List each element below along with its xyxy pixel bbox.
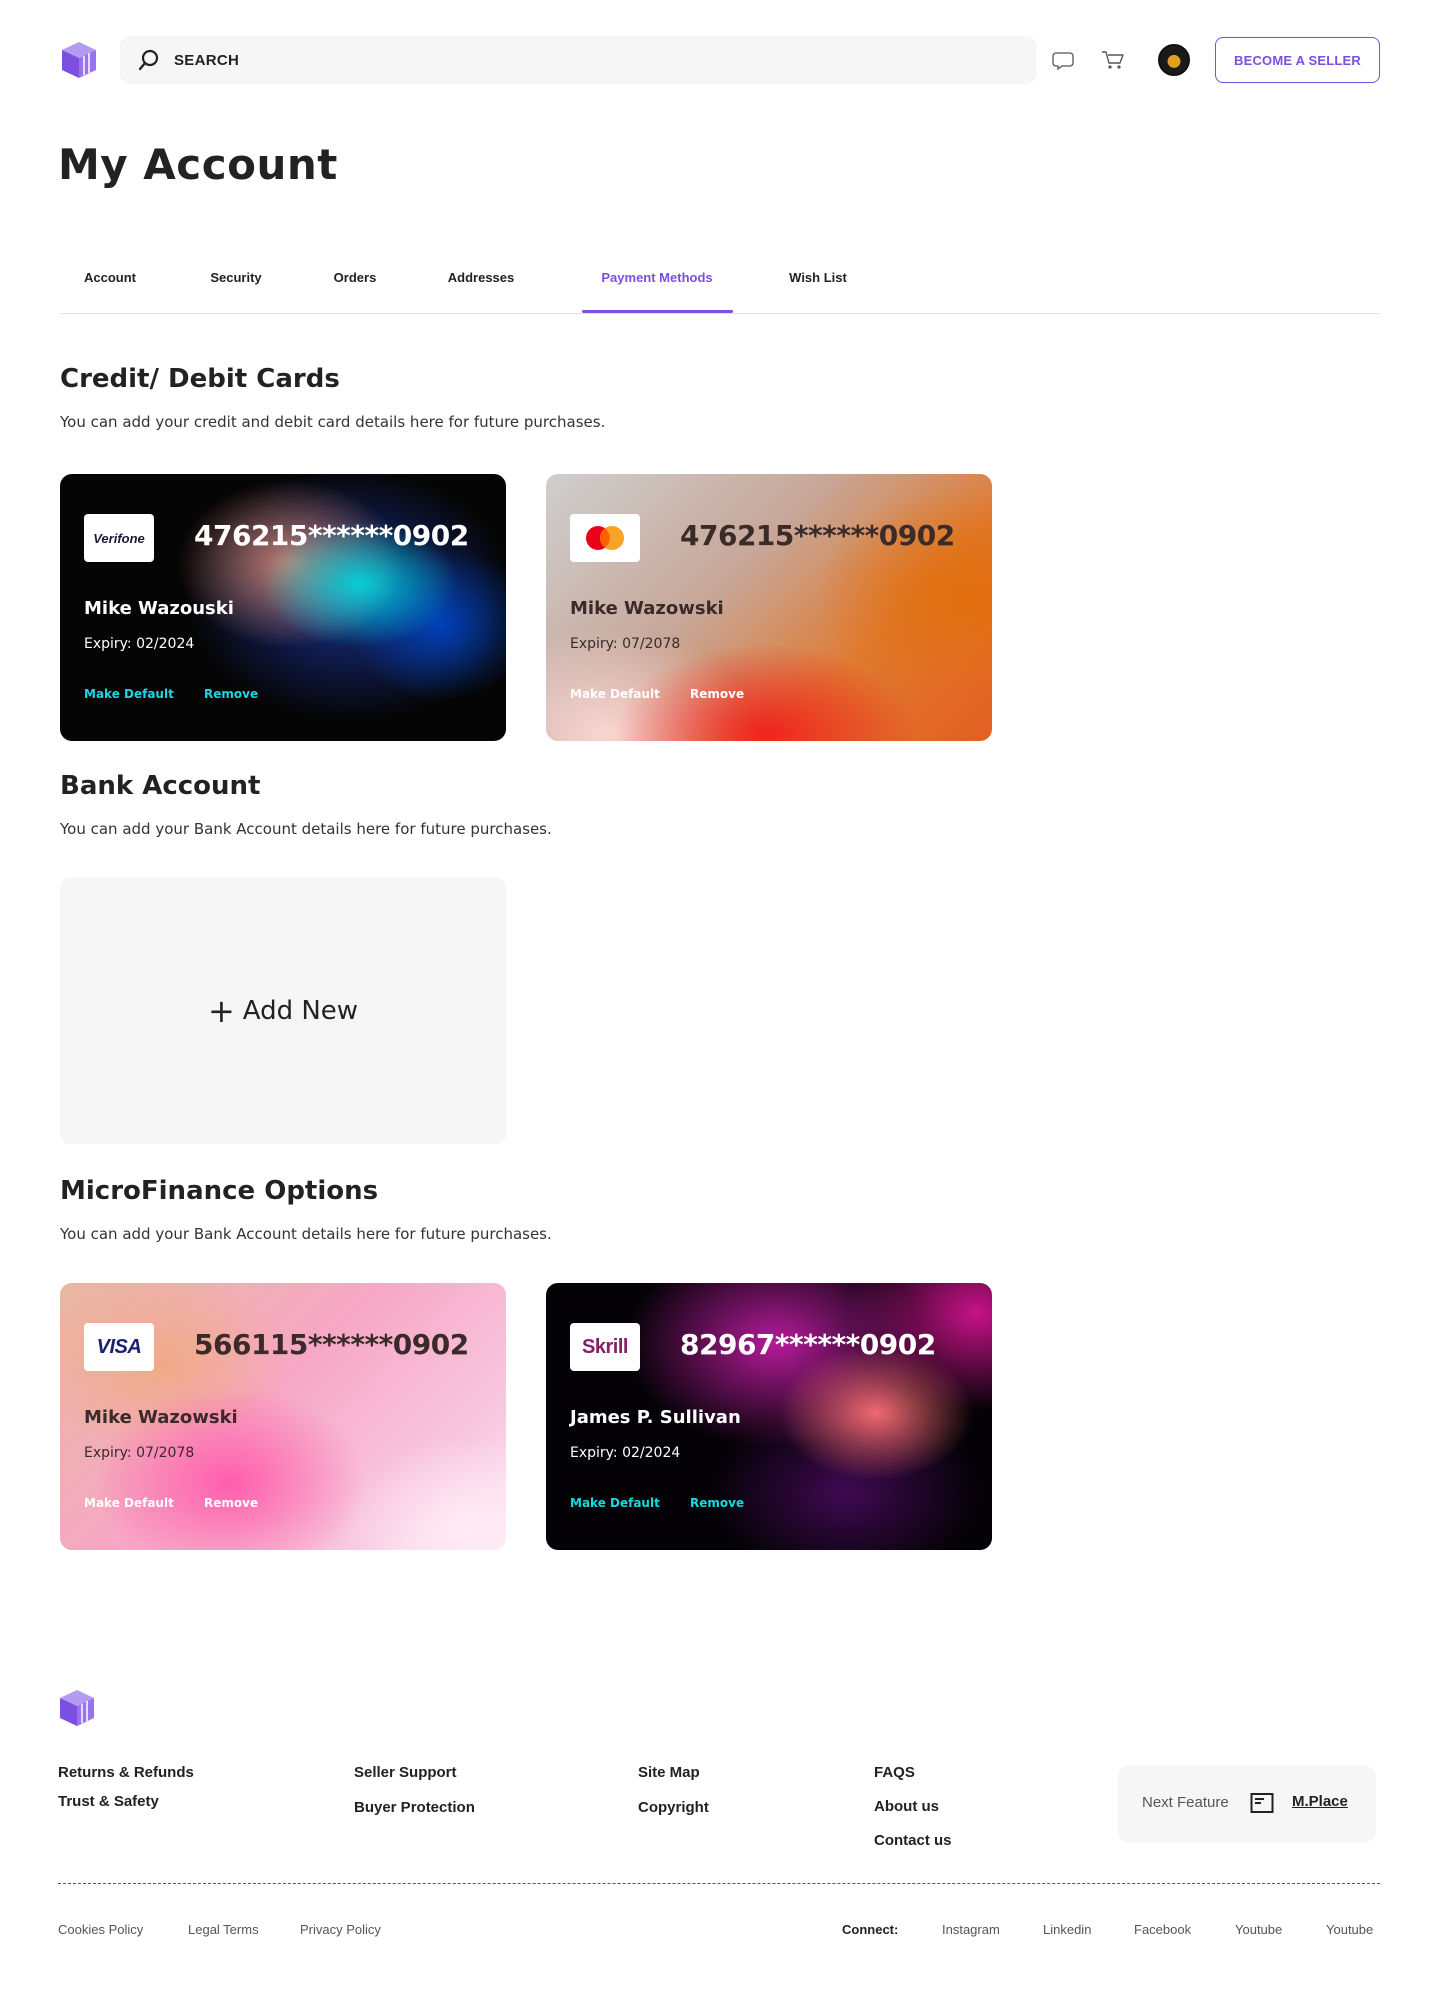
linkedin-link[interactable]: Linkedin [1043, 1922, 1091, 1937]
microfinance-card: Skrill 82967******0902 James P. Sullivan… [546, 1283, 992, 1550]
skrill-logo-icon: Skrill [570, 1323, 640, 1371]
verifone-logo-icon: Verifone [84, 514, 154, 562]
add-new-bank-account-button[interactable]: + Add New [60, 878, 506, 1144]
footer-link-returns[interactable]: Returns & Refunds [58, 1764, 194, 1781]
mastercard-logo-icon [570, 514, 640, 562]
tab-wish-list[interactable]: Wish List [789, 270, 847, 285]
youtube-link[interactable]: Youtube [1326, 1922, 1373, 1937]
bank-account-description: You can add your Bank Account details he… [60, 820, 552, 838]
window-icon [1250, 1793, 1274, 1813]
footer-link-faqs[interactable]: FAQS [874, 1764, 915, 1781]
card-number: 82967******0902 [680, 1328, 936, 1361]
plus-icon: + [207, 992, 235, 1030]
instagram-link[interactable]: Instagram [942, 1922, 1000, 1937]
active-tab-indicator [582, 310, 733, 313]
make-default-button[interactable]: Make Default [84, 687, 174, 701]
credit-cards-description: You can add your credit and debit card d… [60, 413, 606, 431]
card-holder: Mike Wazouski [84, 598, 234, 619]
make-default-button[interactable]: Make Default [570, 687, 660, 701]
connect-label: Connect: [842, 1922, 899, 1937]
make-default-button[interactable]: Make Default [84, 1496, 174, 1510]
footer-divider [58, 1883, 1380, 1884]
tab-addresses[interactable]: Addresses [448, 270, 514, 285]
next-feature-box: Next Feature M.Place [1118, 1766, 1376, 1842]
card-expiry: Expiry: 02/2024 [570, 1445, 681, 1461]
card-holder: Mike Wazowski [570, 598, 724, 619]
credit-cards-title: Credit/ Debit Cards [60, 364, 340, 394]
footer-link-buyer-protection[interactable]: Buyer Protection [354, 1799, 475, 1816]
search-input[interactable] [174, 51, 974, 69]
avatar[interactable] [1158, 44, 1190, 76]
footer-link-trust[interactable]: Trust & Safety [58, 1793, 159, 1810]
card-number: 566115******0902 [194, 1328, 469, 1361]
cart-icon[interactable] [1100, 48, 1126, 72]
page-title: My Account [58, 140, 338, 189]
add-new-label: Add New [242, 996, 359, 1026]
search-bar[interactable] [120, 36, 1036, 84]
card-holder: James P. Sullivan [570, 1407, 741, 1428]
chat-icon[interactable] [1050, 48, 1076, 72]
remove-button[interactable]: Remove [204, 687, 258, 701]
facebook-link[interactable]: Facebook [1134, 1922, 1191, 1937]
logo-icon[interactable] [60, 40, 98, 80]
tab-account[interactable]: Account [84, 270, 136, 285]
header: BECOME A SELLER [60, 36, 1380, 84]
card-expiry: Expiry: 02/2024 [84, 636, 195, 652]
tab-payment-methods[interactable]: Payment Methods [601, 270, 712, 285]
remove-button[interactable]: Remove [690, 1496, 744, 1510]
footer-link-site-map[interactable]: Site Map [638, 1764, 700, 1781]
card-expiry: Expiry: 07/2078 [84, 1445, 195, 1461]
microfinance-card: VISA 566115******0902 Mike Wazowski Expi… [60, 1283, 506, 1550]
tab-orders[interactable]: Orders [334, 270, 377, 285]
account-tabs: Account Security Orders Addresses Paymen… [60, 260, 1380, 314]
card-expiry: Expiry: 07/2078 [570, 636, 681, 652]
footer-link-about[interactable]: About us [874, 1798, 939, 1815]
credit-card: 476215******0902 Mike Wazowski Expiry: 0… [546, 474, 992, 741]
footer-logo-icon[interactable] [58, 1688, 96, 1728]
legal-terms-link[interactable]: Legal Terms [188, 1922, 259, 1937]
card-number: 476215******0902 [194, 519, 469, 552]
visa-logo-icon: VISA [84, 1323, 154, 1371]
remove-button[interactable]: Remove [690, 687, 744, 701]
card-number: 476215******0902 [680, 519, 955, 552]
search-icon [138, 49, 159, 71]
youtube-link[interactable]: Youtube [1235, 1922, 1282, 1937]
card-holder: Mike Wazowski [84, 1407, 238, 1428]
footer-link-copyright[interactable]: Copyright [638, 1799, 709, 1816]
tab-security[interactable]: Security [210, 270, 261, 285]
footer-link-contact[interactable]: Contact us [874, 1832, 952, 1849]
microfinance-description: You can add your Bank Account details he… [60, 1225, 552, 1243]
privacy-policy-link[interactable]: Privacy Policy [300, 1922, 381, 1937]
become-seller-button[interactable]: BECOME A SELLER [1215, 37, 1380, 83]
footer-link-seller-support[interactable]: Seller Support [354, 1764, 457, 1781]
make-default-button[interactable]: Make Default [570, 1496, 660, 1510]
next-feature-label: Next Feature [1142, 1794, 1229, 1811]
bank-account-title: Bank Account [60, 771, 261, 801]
remove-button[interactable]: Remove [204, 1496, 258, 1510]
credit-card: Verifone 476215******0902 Mike Wazouski … [60, 474, 506, 741]
cookies-policy-link[interactable]: Cookies Policy [58, 1922, 143, 1937]
mplace-link[interactable]: M.Place [1292, 1793, 1348, 1810]
microfinance-title: MicroFinance Options [60, 1176, 379, 1206]
